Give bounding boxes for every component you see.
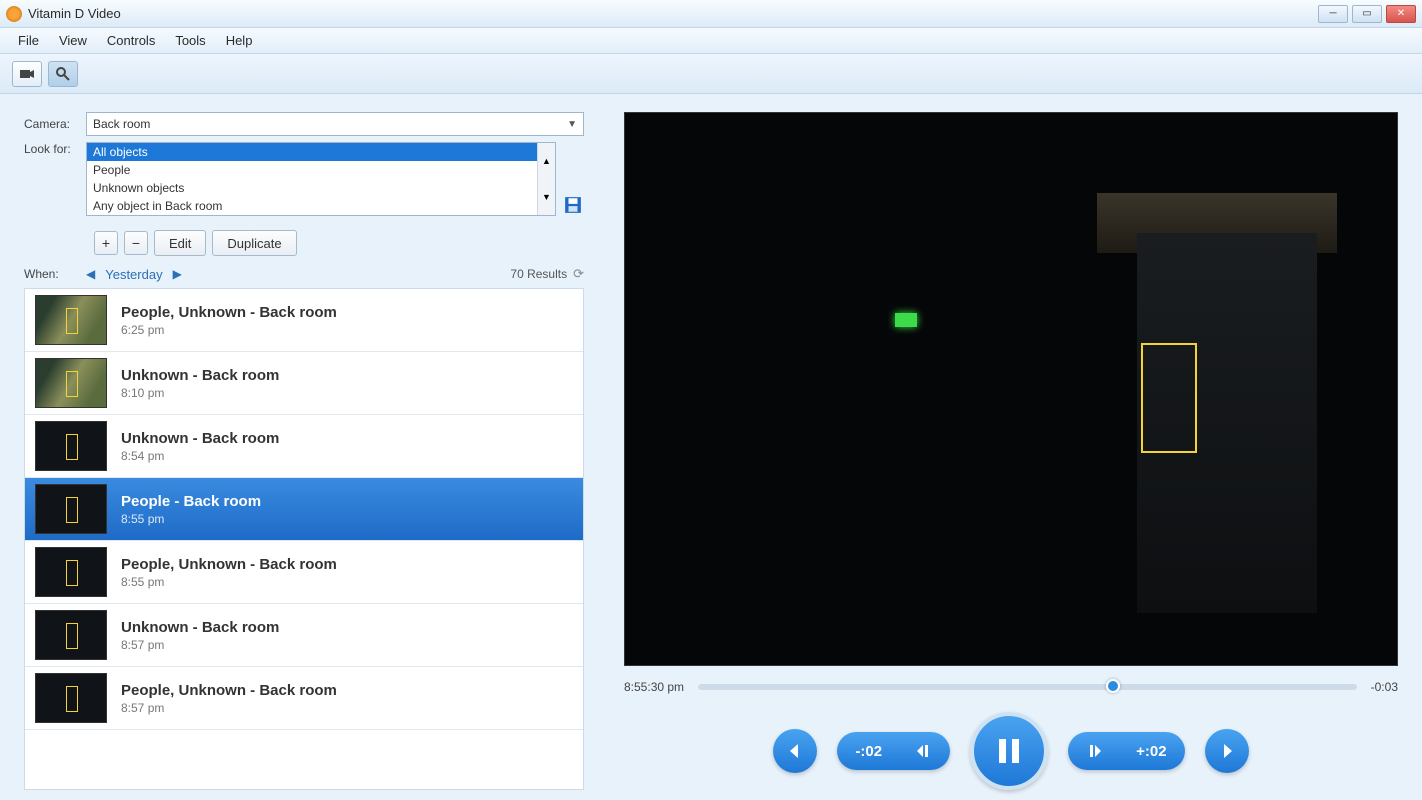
duplicate-button[interactable]: Duplicate — [212, 230, 296, 256]
event-title: People, Unknown - Back room — [121, 556, 337, 573]
lookfor-label: Look for: — [24, 142, 86, 156]
event-title: People - Back room — [121, 493, 261, 510]
detection-box — [1141, 343, 1197, 453]
skip-back-button[interactable]: -:02 — [841, 737, 896, 766]
event-thumbnail — [35, 610, 107, 660]
menu-controls[interactable]: Controls — [97, 30, 165, 51]
lookfor-option-people[interactable]: People — [87, 161, 555, 179]
lookfor-option-unknown[interactable]: Unknown objects — [87, 179, 555, 197]
event-time: 8:57 pm — [121, 701, 337, 715]
search-view-button[interactable] — [48, 61, 78, 87]
window-buttons: ─ ▭ ✕ — [1318, 5, 1416, 23]
pause-button[interactable] — [970, 712, 1048, 790]
camera-select-value: Back room — [93, 117, 150, 131]
skip-fwd-button[interactable]: +:02 — [1122, 737, 1180, 766]
playback-time: 8:55:30 pm — [624, 680, 684, 694]
refresh-button[interactable]: ⟳ — [573, 266, 584, 282]
lookfor-scroll-down[interactable]: ▼ — [538, 179, 555, 215]
event-thumbnail — [35, 295, 107, 345]
event-item[interactable]: People - Back room 8:55 pm — [25, 478, 583, 541]
event-item[interactable]: People, Unknown - Back room 8:55 pm — [25, 541, 583, 604]
menu-help[interactable]: Help — [216, 30, 263, 51]
event-title: People, Unknown - Back room — [121, 682, 337, 699]
maximize-button[interactable]: ▭ — [1352, 5, 1382, 23]
prev-event-button[interactable] — [773, 729, 817, 773]
when-prev-button[interactable]: ◀ — [86, 267, 95, 281]
lookfor-option-all[interactable]: All objects — [87, 143, 555, 161]
event-title: Unknown - Back room — [121, 430, 279, 447]
search-icon — [55, 66, 71, 82]
arrow-right-icon — [1217, 741, 1237, 761]
lookfor-listbox[interactable]: All objects People Unknown objects Any o… — [86, 142, 556, 216]
results-count: 70 Results — [510, 267, 567, 281]
close-button[interactable]: ✕ — [1386, 5, 1416, 23]
scrub-knob[interactable] — [1106, 679, 1120, 693]
menu-view[interactable]: View — [49, 30, 97, 51]
playback-remaining: -0:03 — [1371, 680, 1398, 694]
menubar: File View Controls Tools Help — [0, 28, 1422, 54]
lookfor-option-any[interactable]: Any object in Back room — [87, 197, 555, 215]
pause-icon — [994, 736, 1024, 766]
menu-tools[interactable]: Tools — [165, 30, 215, 51]
edit-button[interactable]: Edit — [154, 230, 206, 256]
event-time: 8:55 pm — [121, 575, 337, 589]
chevron-down-icon: ▼ — [567, 119, 577, 130]
scrub-bar[interactable] — [698, 684, 1357, 690]
event-time: 8:10 pm — [121, 386, 279, 400]
playback-controls: -:02 +:02 — [624, 712, 1398, 790]
window-title: Vitamin D Video — [28, 6, 121, 21]
event-time: 8:54 pm — [121, 449, 279, 463]
when-next-button[interactable]: ▶ — [173, 267, 182, 281]
event-thumbnail — [35, 484, 107, 534]
event-thumbnail — [35, 358, 107, 408]
app-icon — [6, 6, 22, 22]
titlebar: Vitamin D Video ─ ▭ ✕ — [0, 0, 1422, 28]
add-rule-button[interactable]: + — [94, 231, 118, 255]
when-current[interactable]: Yesterday — [105, 267, 162, 282]
event-thumbnail — [35, 421, 107, 471]
event-thumbnail — [35, 547, 107, 597]
camera-label: Camera: — [24, 117, 86, 131]
event-list[interactable]: People, Unknown - Back room 6:25 pm Unknow… — [24, 288, 584, 790]
save-search-button[interactable] — [562, 194, 584, 216]
event-item[interactable]: Unknown - Back room 8:54 pm — [25, 415, 583, 478]
event-thumbnail — [35, 673, 107, 723]
minimize-button[interactable]: ─ — [1318, 5, 1348, 23]
menu-file[interactable]: File — [8, 30, 49, 51]
next-event-button[interactable] — [1205, 729, 1249, 773]
step-back-pill: -:02 — [837, 732, 950, 770]
camera-select[interactable]: Back room ▼ — [86, 112, 584, 136]
frame-back-icon — [914, 742, 932, 760]
remove-rule-button[interactable]: − — [124, 231, 148, 255]
frame-fwd-icon — [1086, 742, 1104, 760]
search-panel: Camera: Back room ▼ Look for: All object… — [24, 112, 584, 790]
event-title: Unknown - Back room — [121, 619, 279, 636]
camera-icon — [19, 68, 35, 80]
frame-back-button[interactable] — [900, 736, 946, 766]
save-icon — [564, 196, 582, 214]
event-item[interactable]: People, Unknown - Back room 8:57 pm — [25, 667, 583, 730]
event-time: 8:55 pm — [121, 512, 261, 526]
video-panel: 8:55:30 pm -0:03 -:02 — [624, 112, 1398, 790]
frame-fwd-button[interactable] — [1072, 736, 1118, 766]
video-viewport[interactable] — [624, 112, 1398, 666]
event-item[interactable]: People, Unknown - Back room 6:25 pm — [25, 289, 583, 352]
live-view-button[interactable] — [12, 61, 42, 87]
event-item[interactable]: Unknown - Back room 8:10 pm — [25, 352, 583, 415]
event-title: Unknown - Back room — [121, 367, 279, 384]
when-label: When: — [24, 267, 86, 281]
step-fwd-pill: +:02 — [1068, 732, 1184, 770]
arrow-left-icon — [785, 741, 805, 761]
event-time: 6:25 pm — [121, 323, 337, 337]
lookfor-scroll-up[interactable]: ▲ — [538, 143, 555, 179]
toolbar — [0, 54, 1422, 94]
event-title: People, Unknown - Back room — [121, 304, 337, 321]
event-item[interactable]: Unknown - Back room 8:57 pm — [25, 604, 583, 667]
scene-indicator-light — [895, 313, 917, 327]
event-time: 8:57 pm — [121, 638, 279, 652]
